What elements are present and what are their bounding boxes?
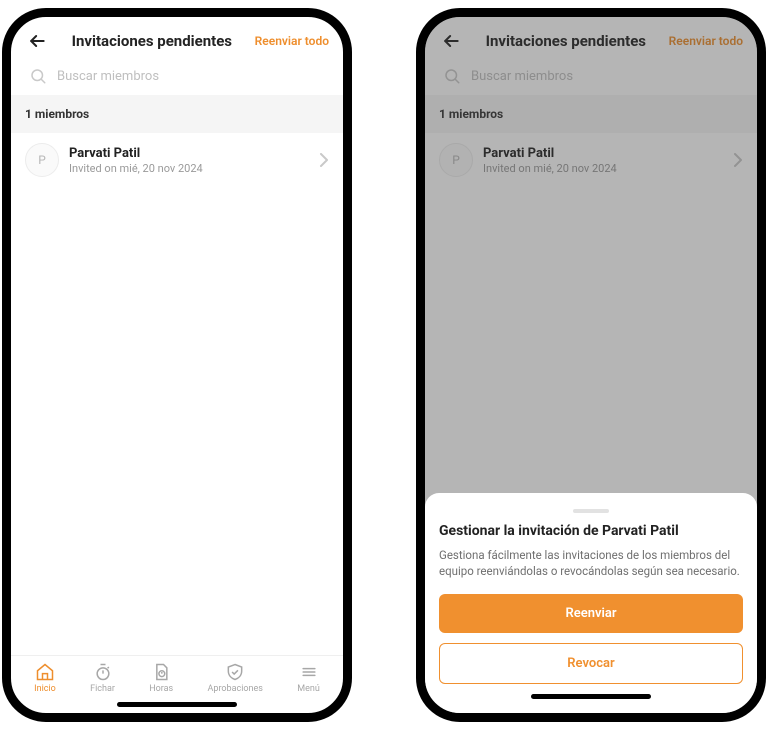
tab-label: Horas xyxy=(149,684,173,694)
avatar: P xyxy=(25,143,59,177)
tab-label: Fichar xyxy=(90,684,115,694)
member-info: Parvati Patil Invited on mié, 20 nov 202… xyxy=(69,146,309,175)
search-input[interactable] xyxy=(57,69,325,84)
arrow-left-icon xyxy=(27,31,47,51)
member-row[interactable]: P Parvati Patil Invited on mié, 20 nov 2… xyxy=(11,133,343,191)
page-title: Invitaciones pendientes xyxy=(55,32,249,50)
sheet-title: Gestionar la invitación de Parvati Patil xyxy=(439,523,743,539)
tab-horas[interactable]: Horas xyxy=(149,662,173,694)
revoke-button[interactable]: Revocar xyxy=(439,643,743,684)
home-indicator xyxy=(117,702,237,707)
tab-inicio[interactable]: Inicio xyxy=(34,662,56,694)
chevron-right-icon xyxy=(319,153,329,167)
header: Invitaciones pendientes Reenviar todo xyxy=(11,17,343,61)
tab-menu[interactable]: Menú xyxy=(297,662,320,694)
stopwatch-icon xyxy=(93,662,113,682)
tab-label: Inicio xyxy=(34,684,56,694)
shield-check-icon xyxy=(225,662,245,682)
member-count: 1 miembros xyxy=(11,95,343,133)
search-icon xyxy=(29,67,47,85)
sheet-grabber[interactable] xyxy=(573,509,609,513)
resend-all-button[interactable]: Reenviar todo xyxy=(255,34,329,48)
member-name: Parvati Patil xyxy=(69,146,309,161)
menu-icon xyxy=(299,662,319,682)
phone-right: Invitaciones pendientes Reenviar todo 1 … xyxy=(416,8,766,722)
sheet-description: Gestiona fácilmente las invitaciones de … xyxy=(439,547,743,580)
search-bar[interactable] xyxy=(11,61,343,95)
phone-left: Invitaciones pendientes Reenviar todo 1 … xyxy=(2,8,352,722)
document-clock-icon xyxy=(151,662,171,682)
resend-button[interactable]: Reenviar xyxy=(439,594,743,633)
member-subline: Invited on mié, 20 nov 2024 xyxy=(69,162,309,175)
tab-label: Aprobaciones xyxy=(208,684,263,694)
tab-aprobaciones[interactable]: Aprobaciones xyxy=(208,662,263,694)
content-spacer xyxy=(11,191,343,655)
tab-bar: Inicio Fichar Horas Aprobaciones Menú xyxy=(11,655,343,698)
back-button[interactable] xyxy=(25,31,49,51)
tab-fichar[interactable]: Fichar xyxy=(90,662,115,694)
action-sheet: Gestionar la invitación de Parvati Patil… xyxy=(425,493,757,713)
home-icon xyxy=(35,662,55,682)
tab-label: Menú xyxy=(297,684,320,694)
home-indicator xyxy=(531,694,651,699)
